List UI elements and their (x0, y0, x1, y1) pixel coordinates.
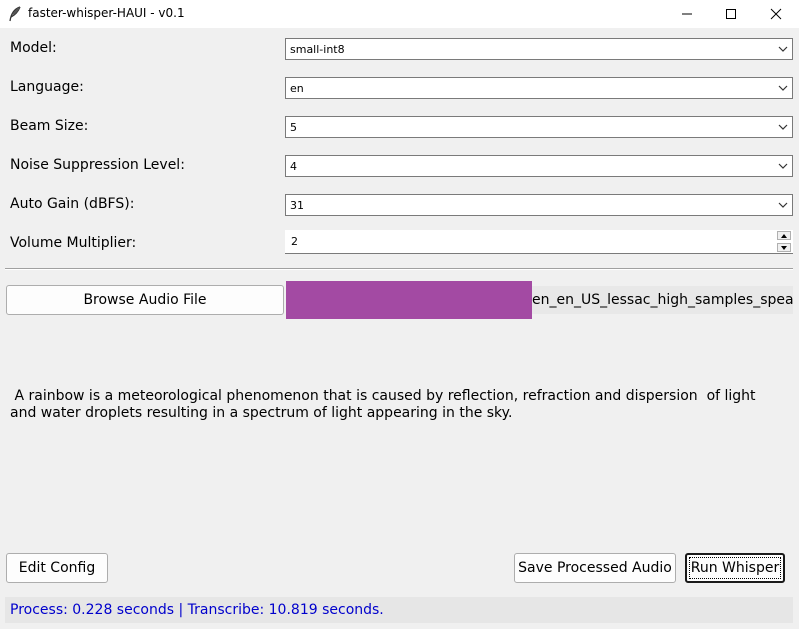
language-value: en (290, 82, 304, 95)
audio-file-name: en_en_US_lessac_high_samples_speaker_0.w… (532, 286, 793, 314)
save-processed-audio-button[interactable]: Save Processed Audio (514, 553, 676, 583)
close-button[interactable] (753, 0, 799, 28)
beam-size-value: 5 (290, 121, 297, 134)
noise-suppression-value: 4 (290, 160, 297, 173)
run-whisper-button[interactable]: Run Whisper (685, 553, 785, 583)
color-swatch (286, 281, 532, 319)
status-bar: Process: 0.228 seconds | Transcribe: 10.… (5, 597, 793, 623)
maximize-button[interactable] (708, 0, 754, 28)
maximize-icon (726, 9, 736, 19)
triangle-down-icon (781, 245, 787, 250)
minimize-icon (682, 13, 692, 15)
feather-icon (8, 6, 22, 22)
chevron-down-icon (778, 124, 788, 130)
model-label: Model: (10, 40, 57, 56)
app-window: faster-whisper-HAUI - v0.1 Model: small-… (0, 0, 799, 629)
model-value: small-int8 (290, 43, 345, 56)
auto-gain-value: 31 (290, 199, 304, 212)
triangle-up-icon (781, 233, 787, 238)
auto-gain-label: Auto Gain (dBFS): (10, 196, 135, 212)
spin-down-button[interactable] (777, 243, 791, 252)
auto-gain-select[interactable]: 31 (285, 194, 793, 216)
beam-size-label: Beam Size: (10, 118, 89, 134)
noise-suppression-label: Noise Suppression Level: (10, 157, 185, 173)
separator (5, 268, 793, 270)
language-select[interactable]: en (285, 77, 793, 99)
beam-size-select[interactable]: 5 (285, 116, 793, 138)
spin-up-button[interactable] (777, 231, 791, 240)
model-select[interactable]: small-int8 (285, 38, 793, 60)
browse-audio-file-button[interactable]: Browse Audio File (6, 285, 284, 315)
noise-suppression-select[interactable]: 4 (285, 155, 793, 177)
volume-multiplier-spinbox[interactable]: 2 (285, 230, 793, 254)
transcript-text: A rainbow is a meteorological phenomenon… (10, 388, 760, 421)
close-icon (770, 8, 782, 20)
chevron-down-icon (778, 85, 788, 91)
chevron-down-icon (778, 46, 788, 52)
chevron-down-icon (778, 202, 788, 208)
chevron-down-icon (778, 163, 788, 169)
edit-config-button[interactable]: Edit Config (6, 553, 108, 583)
window-title: faster-whisper-HAUI - v0.1 (28, 6, 185, 20)
language-label: Language: (10, 79, 84, 95)
minimize-button[interactable] (664, 0, 710, 28)
status-text: Process: 0.228 seconds | Transcribe: 10.… (10, 602, 384, 618)
title-bar: faster-whisper-HAUI - v0.1 (0, 0, 799, 28)
volume-multiplier-value: 2 (291, 235, 298, 248)
volume-multiplier-label: Volume Multiplier: (10, 235, 137, 251)
